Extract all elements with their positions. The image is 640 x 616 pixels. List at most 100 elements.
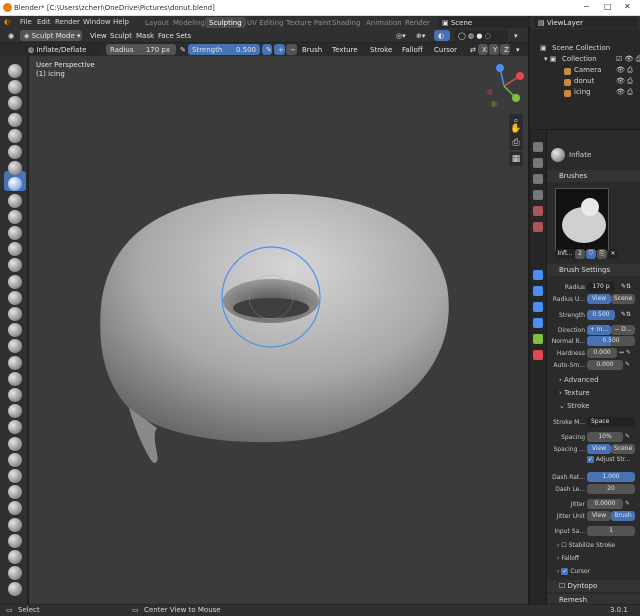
dyntopo-panel-header[interactable]: ☐ Dyntopo xyxy=(547,580,640,592)
menu-face-sets[interactable]: Face Sets xyxy=(154,30,195,41)
strength-field[interactable]: Strength 0.500 xyxy=(188,44,260,55)
symmetry-options-icon[interactable]: ▾ xyxy=(512,44,524,55)
sculpt-brush-tool-icon[interactable] xyxy=(8,290,22,305)
tab-uv-editing[interactable]: UV Editing xyxy=(243,17,288,28)
shading-options-icon[interactable]: ▾ xyxy=(510,30,524,41)
menu-help[interactable]: Help xyxy=(113,18,129,26)
sculpt-brush-tool-icon[interactable] xyxy=(8,209,22,224)
strength-pressure-icon[interactable]: ✎ xyxy=(262,44,272,55)
jitter-unit-view[interactable]: View xyxy=(587,511,611,521)
cursor-dropdown[interactable]: Cursor xyxy=(430,44,461,55)
outliner-item-camera[interactable]: Camera 👁 ⎙ xyxy=(530,66,640,77)
axis-x-toggle[interactable]: X xyxy=(478,44,488,55)
sculpt-brush-tool-icon[interactable] xyxy=(8,501,22,516)
outliner-item-icing[interactable]: icing 👁 ⎙ xyxy=(530,88,640,99)
stabilize-stroke-subpanel[interactable]: › ☐ Stabilize Stroke xyxy=(557,542,615,549)
close-button[interactable]: ✕ xyxy=(624,2,631,11)
spacing-distance-view[interactable]: View xyxy=(587,444,611,454)
radius-unit-scene[interactable]: Scene xyxy=(611,294,635,304)
sculpt-brush-tool-icon[interactable] xyxy=(8,96,22,111)
strength-field[interactable]: 0.500 xyxy=(587,310,615,320)
sculpt-brush-tool-icon[interactable] xyxy=(8,258,22,273)
scene-selector[interactable]: ▣ Scene xyxy=(438,17,530,28)
advanced-subpanel[interactable]: › Advanced xyxy=(559,376,599,384)
jitter-field[interactable]: 0.0000 xyxy=(587,499,623,509)
dash-ratio-field[interactable]: 1.000 xyxy=(587,472,635,482)
view-layer-tab-icon[interactable] xyxy=(533,190,543,200)
camera-view-icon[interactable]: ⎙ xyxy=(509,136,523,150)
brush-preview[interactable] xyxy=(555,188,609,252)
hardness-icons[interactable]: ↔ ✎ xyxy=(619,349,631,356)
radius-pressure-icon[interactable]: ✎⇅ xyxy=(617,282,635,292)
sculpt-brush-tool-icon[interactable] xyxy=(8,242,22,257)
jitter-pressure-icon[interactable]: ✎ xyxy=(625,500,630,507)
brush-dropdown[interactable]: Brush xyxy=(298,44,326,55)
output-tab-icon[interactable] xyxy=(533,174,543,184)
view-object-types-icon[interactable]: ◎▾ xyxy=(392,30,410,41)
sculpt-brush-tool-icon[interactable] xyxy=(8,274,22,289)
editor-type-icon[interactable]: ◉ xyxy=(4,30,16,41)
outliner-collection[interactable]: ▾ ▣ Collection ☑ 👁 ⎙ xyxy=(530,55,640,66)
direction-deflate[interactable]: − D... xyxy=(611,325,635,335)
menu-edit[interactable]: Edit xyxy=(37,18,51,26)
particles-tab-icon[interactable] xyxy=(533,286,543,296)
tab-render[interactable]: Render xyxy=(401,17,434,28)
overlays-toggle-icon[interactable]: ◐ xyxy=(434,30,450,41)
menu-render[interactable]: Render xyxy=(55,18,80,26)
unlink-brush-icon[interactable]: ✕ xyxy=(608,249,618,259)
sculpt-brush-tool-icon[interactable] xyxy=(8,485,22,500)
brush-name-field[interactable]: Infl... xyxy=(555,249,575,259)
symmetry-icon[interactable]: ⇄ xyxy=(466,44,476,55)
sculpt-brush-tool-icon[interactable] xyxy=(8,339,22,354)
blender-menu-icon[interactable]: ◐ xyxy=(4,18,10,26)
sculpt-brush-tool-icon[interactable] xyxy=(8,566,22,581)
world-tab-icon[interactable] xyxy=(533,222,543,232)
shading-modes[interactable]: ◯ ◍ ● ◌ xyxy=(454,30,508,41)
spacing-pressure-icon[interactable]: ✎ xyxy=(625,433,630,440)
sculpt-brush-tool-icon[interactable] xyxy=(8,128,22,143)
tab-sculpting[interactable]: Sculpting xyxy=(205,17,246,28)
stroke-dropdown[interactable]: Stroke xyxy=(366,44,396,55)
fake-user-shield-icon[interactable]: ⛉ xyxy=(586,249,596,259)
tab-shading[interactable]: Shading xyxy=(328,17,364,28)
cursor-subpanel[interactable]: › ✓ Cursor xyxy=(557,568,590,575)
tab-modeling[interactable]: Modeling xyxy=(169,17,209,28)
outliner-scene-collection[interactable]: ▣ Scene Collection xyxy=(530,44,640,55)
axis-y-toggle[interactable]: Y xyxy=(489,44,499,55)
texture-dropdown[interactable]: Texture xyxy=(328,44,362,55)
pan-hand-icon[interactable]: ✋ xyxy=(509,122,523,136)
mode-selector[interactable]: ◈ Sculpt Mode ▾ xyxy=(20,30,82,41)
menu-file[interactable]: File xyxy=(20,18,32,26)
stroke-subpanel[interactable]: ⌄ Stroke xyxy=(559,402,589,410)
autosmooth-pressure-icon[interactable]: ✎ xyxy=(625,361,630,368)
radius-unit-view[interactable]: View xyxy=(587,294,611,304)
strength-pressure-icon[interactable]: ✎⇅ xyxy=(617,310,635,320)
sculpt-brush-tool-icon[interactable] xyxy=(8,388,22,402)
sculpt-brush-tool-icon[interactable] xyxy=(8,323,22,338)
hardness-field[interactable]: 0.000 xyxy=(587,348,617,358)
constraints-tab-icon[interactable] xyxy=(533,318,543,328)
spacing-field[interactable]: 10% xyxy=(587,432,623,442)
sculpt-brush-tool-icon[interactable] xyxy=(8,64,22,78)
sculpt-brush-tool-icon[interactable] xyxy=(8,420,22,435)
sculpt-brush-tool-icon[interactable] xyxy=(8,550,22,564)
tool-tab-icon[interactable] xyxy=(533,142,543,152)
brushes-panel-header[interactable]: Brushes xyxy=(547,170,640,182)
duplicate-brush-icon[interactable]: ⎘ xyxy=(597,249,607,259)
radius-field[interactable]: Radius 170 px xyxy=(106,44,176,55)
physics-tab-icon[interactable] xyxy=(533,302,543,312)
spacing-distance-scene[interactable]: Scene xyxy=(611,444,635,454)
gizmo-toggle-icon[interactable]: ⊕▾ xyxy=(412,30,430,41)
navigation-gizmo[interactable] xyxy=(480,62,528,110)
sculpt-brush-tool-icon[interactable] xyxy=(8,436,22,451)
tab-animation[interactable]: Animation xyxy=(362,17,406,28)
sculpt-brush-tool-icon[interactable] xyxy=(8,469,22,483)
sculpt-brush-tool-icon[interactable] xyxy=(8,517,22,532)
scene-tab-icon[interactable] xyxy=(533,206,543,216)
direction-add-button[interactable]: + xyxy=(274,44,285,55)
sculpt-brush-tool-icon[interactable] xyxy=(8,307,22,321)
dash-length-field[interactable]: 20 xyxy=(587,484,635,494)
sculpt-brush-tool-icon[interactable] xyxy=(8,145,22,159)
sculpt-brush-tool-icon[interactable] xyxy=(8,80,22,95)
menu-window[interactable]: Window xyxy=(83,18,111,26)
